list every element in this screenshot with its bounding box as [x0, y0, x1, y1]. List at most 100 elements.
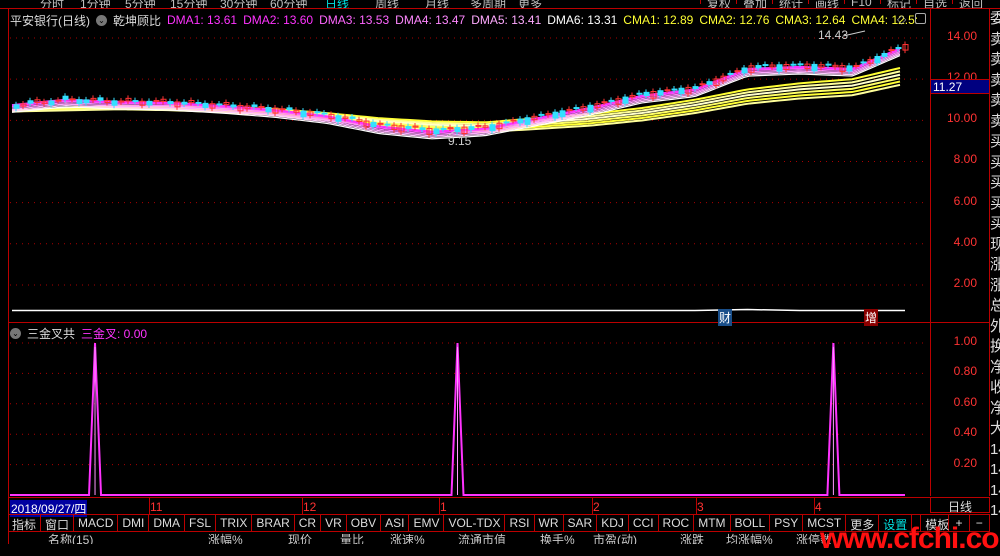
lower-indicator-name[interactable]: 三金叉共 — [27, 325, 75, 342]
candle — [370, 121, 377, 128]
indicator-tab[interactable]: ASI — [381, 515, 410, 532]
indicator-tab[interactable]: VR — [321, 515, 347, 532]
settings-diamond-icon[interactable]: ◇ — [897, 12, 906, 26]
candle — [419, 127, 426, 130]
quote-label: 卖 — [990, 51, 1000, 68]
candle — [300, 110, 307, 118]
indicator-tab[interactable]: BOLL — [731, 515, 771, 532]
quote-label: 14 — [990, 502, 1000, 519]
finance-flag[interactable]: 财 — [718, 309, 733, 326]
candle — [587, 104, 594, 113]
increase-flag[interactable]: 增 — [864, 309, 879, 326]
indicator-tab[interactable]: ROC — [659, 515, 695, 532]
indicator-tab[interactable]: WR — [535, 515, 564, 532]
pane-divider[interactable] — [8, 322, 990, 323]
candle — [643, 91, 650, 96]
indicator-tab[interactable]: RSI — [505, 515, 535, 532]
candle — [384, 123, 391, 126]
candle — [762, 64, 769, 67]
candle — [230, 104, 237, 108]
candle — [524, 117, 531, 125]
indicator-tab[interactable]: EMV — [409, 515, 445, 532]
column-header[interactable]: 现价 — [288, 533, 312, 544]
month-tick: 2 — [593, 500, 600, 514]
indicator-tab[interactable]: MACD — [74, 515, 119, 532]
quote-label: 涨 — [990, 276, 1000, 294]
quote-label: 买 — [990, 174, 1000, 191]
indicator-tab[interactable]: OBV — [347, 515, 382, 532]
candle — [27, 100, 34, 104]
indicator-tab[interactable]: DMI — [118, 515, 150, 532]
ma-value: DMA4: 13.47 — [395, 13, 466, 27]
ma-value: DMA2: 13.60 — [243, 13, 314, 27]
indicator-tab[interactable]: CR — [295, 515, 322, 532]
candle — [552, 111, 559, 119]
candle — [440, 127, 447, 130]
candle — [755, 65, 762, 69]
indicator-tab[interactable]: 指标 — [8, 515, 42, 532]
candle — [678, 87, 685, 95]
indicator-tab[interactable]: CCI — [629, 515, 659, 532]
tick-mark — [814, 498, 815, 514]
chevron-down-icon[interactable]: ⌄ — [10, 328, 21, 339]
candle — [706, 81, 713, 85]
kline-chart[interactable] — [0, 0, 1000, 544]
indicator-tab[interactable]: TRIX — [216, 515, 253, 532]
indicator-tab[interactable]: BRAR — [252, 515, 295, 532]
candle — [503, 121, 510, 124]
window-toggle-icon[interactable] — [915, 13, 926, 24]
signal-tick: 0.40 — [953, 425, 977, 440]
candle — [692, 86, 699, 90]
column-header[interactable]: 量比 — [340, 533, 364, 544]
candle — [468, 126, 475, 130]
column-header[interactable]: 换手% — [540, 533, 575, 544]
column-header[interactable]: 涨跌 — [680, 533, 704, 544]
candle — [671, 88, 678, 91]
signal-tick: 0.60 — [953, 394, 977, 409]
candle — [321, 112, 328, 115]
high-price-label: 14.43 — [818, 28, 849, 42]
candle — [132, 100, 139, 103]
column-header[interactable]: 均涨幅% — [726, 533, 773, 544]
candle — [622, 96, 629, 104]
quote-label: 14 — [990, 481, 1000, 499]
column-header[interactable]: 名称(15) — [48, 533, 93, 544]
indicator-tab[interactable]: 窗口 — [41, 515, 75, 532]
chevron-down-icon[interactable]: ⌄ — [96, 14, 107, 26]
quote-panel: 委卖卖卖卖卖买买买买买现涨涨总外换净收净大14141414 — [990, 9, 1000, 544]
candle — [447, 127, 454, 130]
quote-label: 买 — [990, 133, 1000, 150]
column-header[interactable]: 流通市值 — [458, 533, 506, 544]
column-header[interactable]: 涨速% — [390, 533, 425, 544]
price-tick: 4.00 — [953, 234, 977, 249]
indicator-tab[interactable]: DMA — [149, 515, 186, 532]
quote-label: 买 — [990, 153, 1000, 171]
candle — [699, 83, 706, 86]
candle — [573, 107, 580, 110]
ma-value: CMA1: 12.89 — [623, 13, 694, 27]
indicator-name[interactable]: 乾坤顾比 — [113, 12, 161, 29]
quote-label: 卖 — [990, 112, 1000, 130]
candle — [517, 118, 524, 124]
candle — [846, 65, 853, 72]
column-header[interactable]: 涨幅% — [208, 533, 243, 544]
indicator-tab[interactable]: SAR — [564, 515, 598, 532]
indicator-tab[interactable]: KDJ — [597, 515, 629, 532]
candle — [811, 63, 818, 72]
candle — [55, 99, 62, 102]
column-header[interactable]: 市盈(动) — [593, 533, 637, 544]
indicator-tab[interactable]: FSL — [185, 515, 217, 532]
candle — [559, 110, 566, 118]
indicator-tab[interactable]: VOL-TDX — [444, 515, 506, 532]
candle — [489, 124, 496, 132]
candle — [111, 100, 118, 106]
period-label[interactable]: 日线 — [930, 497, 990, 514]
candle — [202, 102, 209, 109]
cma-line — [11, 73, 901, 128]
quote-label: 卖 — [990, 92, 1000, 109]
indicator-tab[interactable]: PSY — [770, 515, 804, 532]
low-price-label: 9.15 — [448, 134, 472, 148]
quote-label: 买 — [990, 215, 1000, 232]
indicator-tab[interactable]: MTM — [694, 515, 731, 532]
candle — [601, 101, 608, 104]
